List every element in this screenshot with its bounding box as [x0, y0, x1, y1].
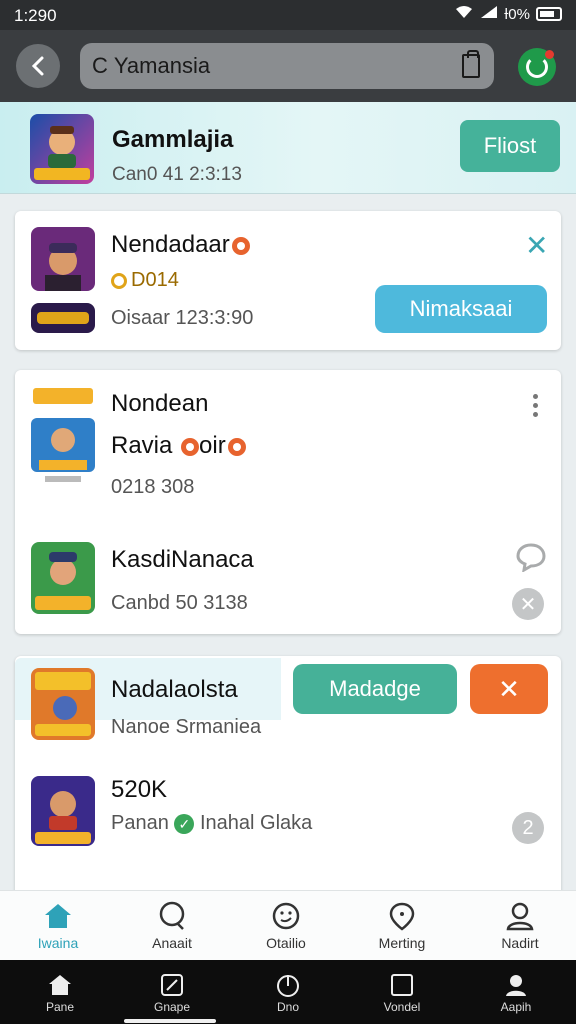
game-thumbnail-icon: [31, 776, 95, 846]
chevron-left-icon: [31, 56, 44, 76]
sys-item-power[interactable]: Dno: [248, 970, 328, 1014]
game-meta: Panan ✓ Inahal Glaka: [111, 812, 313, 834]
bottom-navigation: Iwaina Anaait Otailio Merting Nadirt: [0, 890, 576, 960]
count-badge[interactable]: 2: [512, 812, 544, 844]
edit-icon: [132, 970, 212, 1000]
game-name: 520K: [111, 776, 168, 803]
game-thumbnail-icon: [31, 668, 95, 740]
close-icon[interactable]: ✕: [525, 229, 548, 262]
points-value: D014: [111, 269, 179, 292]
header-action-button[interactable]: Fliost: [460, 120, 560, 172]
game-name: KasdiNanaca: [111, 546, 254, 573]
nav-item-emotes[interactable]: Otailio: [236, 899, 336, 951]
notification-dot: [545, 50, 554, 59]
smile-icon: [236, 899, 336, 933]
back-button[interactable]: [16, 44, 60, 88]
battery-percent: Ɨ0%: [504, 5, 530, 23]
manage-button[interactable]: Madadge: [293, 664, 457, 714]
header-title: Gammlajia: [112, 126, 234, 153]
sys-item-home[interactable]: Pane: [20, 970, 100, 1014]
badge-icon: [181, 437, 200, 456]
game-name: Nadalaolsta: [111, 676, 238, 703]
game-list-card: Nondean Ravia oir 0218 308 KasdiNanaca C…: [15, 370, 561, 634]
game-name: Nondean: [111, 390, 209, 417]
chat-icon[interactable]: [515, 542, 547, 577]
power-icon: [248, 970, 328, 1000]
sync-icon: [526, 56, 548, 78]
clock: 1:290: [14, 6, 57, 25]
search-bar[interactable]: C Yamansia: [80, 43, 494, 89]
person-icon: [476, 970, 556, 1000]
game-thumbnail-icon: [31, 542, 95, 614]
game-meta: 0218 308: [111, 476, 195, 498]
dismiss-icon[interactable]: ✕: [512, 588, 544, 620]
battery-icon: [536, 7, 562, 21]
chat-icon: [122, 899, 222, 933]
refresh-icon[interactable]: C: [92, 53, 108, 79]
badge-icon: [231, 236, 250, 255]
coin-icon: [111, 272, 127, 289]
game-card[interactable]: Nendadaar D014 Oisaar 123:3:90 ✕ Nimaksa…: [15, 211, 561, 350]
person-icon: [470, 899, 570, 933]
game-time: Oisaar 123:3:90: [111, 307, 254, 329]
game-list-card: Nadalaolsta Nanoe Srmaniea Madadge ✕ 520…: [15, 656, 561, 916]
badge-icon: [227, 437, 246, 456]
status-bar: 1:290 Ɨ0%: [0, 0, 576, 30]
square-icon: [362, 970, 442, 1000]
nav-item-home[interactable]: Iwaina: [8, 899, 108, 951]
sync-status-button[interactable]: [518, 48, 556, 86]
game-subtitle: Ravia oir: [111, 432, 246, 460]
pin-icon: [352, 899, 452, 933]
sys-item-account[interactable]: Aapih: [476, 970, 556, 1014]
search-text: Yamansia: [113, 53, 211, 78]
game-header: Gammlajia Can0 41 2:3:13 Fliost: [0, 102, 576, 194]
clipboard-icon[interactable]: [462, 50, 480, 78]
game-name: Nendadaar: [111, 231, 250, 259]
card-action-button[interactable]: Nimaksaai: [375, 285, 547, 333]
nav-item-meeting[interactable]: Merting: [352, 899, 452, 951]
nav-item-profile[interactable]: Nadirt: [470, 899, 570, 951]
browser-top-bar: C Yamansia: [0, 30, 576, 102]
remove-button[interactable]: ✕: [470, 664, 548, 714]
home-icon: [8, 899, 108, 933]
game-meta: Canbd 50 3138: [111, 592, 248, 614]
header-subtitle: Can0 41 2:3:13: [112, 164, 242, 185]
home-indicator: [124, 1019, 216, 1023]
nav-item-chat[interactable]: Anaait: [122, 899, 222, 951]
sys-item-edit[interactable]: Gnape: [132, 970, 212, 1014]
system-navigation: Pane Gnape Dno Vondel Aapih: [0, 960, 576, 1024]
game-logo-icon: [30, 114, 94, 184]
game-meta: Nanoe Srmaniea: [111, 716, 262, 738]
signal-icon: [480, 5, 498, 23]
home-icon: [20, 970, 100, 1000]
game-thumbnail-icon: [31, 227, 95, 291]
wifi-icon: [454, 5, 474, 23]
game-banner-icon: [31, 303, 95, 333]
more-options-icon[interactable]: [533, 394, 539, 421]
verified-icon: ✓: [174, 813, 195, 834]
game-thumbnail-icon: [31, 384, 95, 484]
sys-item-recents[interactable]: Vondel: [362, 970, 442, 1014]
